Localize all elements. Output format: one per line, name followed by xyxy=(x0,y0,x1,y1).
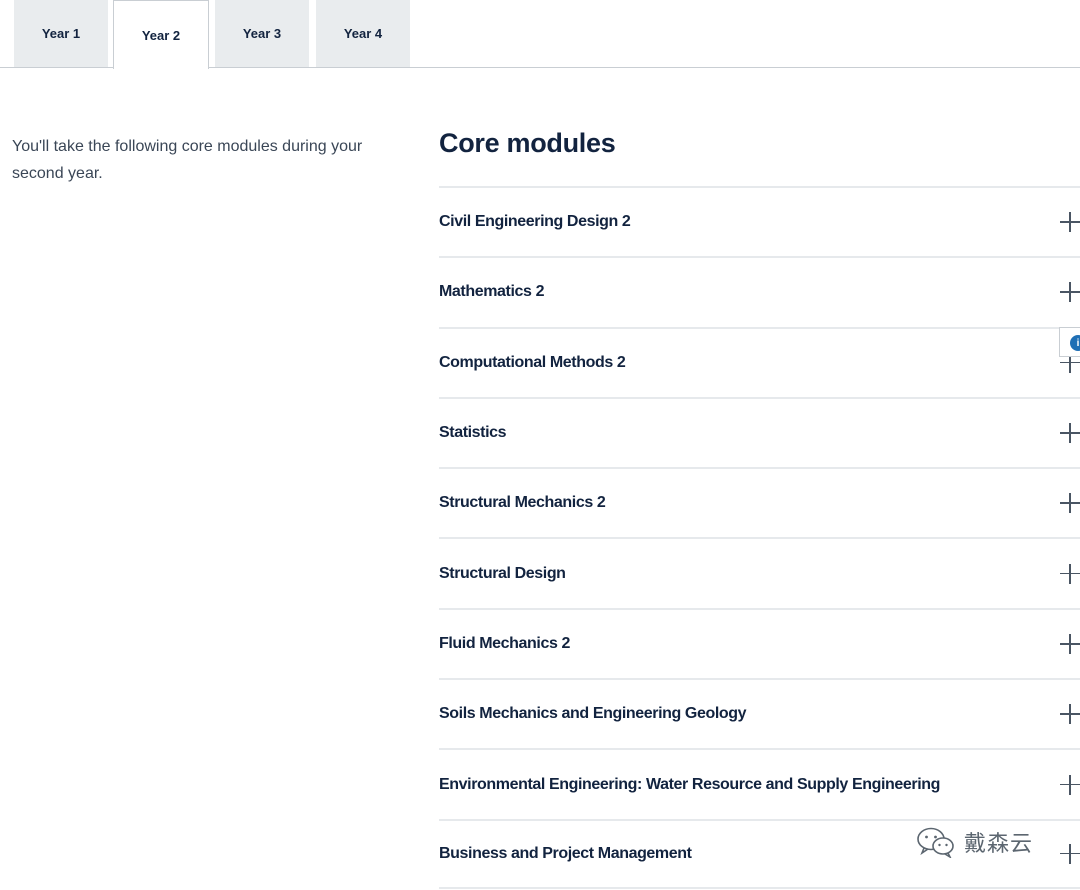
module-structural-design[interactable]: Structural Design xyxy=(439,537,1080,607)
module-label: Structural Mechanics 2 xyxy=(439,494,606,512)
module-label: Fluid Mechanics 2 xyxy=(439,634,571,652)
tab-year-1[interactable]: Year 1 xyxy=(14,0,108,67)
plus-icon[interactable] xyxy=(1060,423,1080,444)
info-icon[interactable]: i xyxy=(1070,335,1080,351)
tab-year-2[interactable]: Year 2 xyxy=(113,0,209,69)
module-label: Environmental Engineering: Water Resourc… xyxy=(439,775,941,793)
module-computational-methods-2[interactable]: Computational Methods 2 xyxy=(439,326,1080,397)
plus-icon[interactable] xyxy=(1060,282,1080,303)
wechat-icon xyxy=(917,827,954,858)
intro-text: You'll take the following core modules d… xyxy=(12,138,363,182)
watermark: 戴森云 xyxy=(916,826,1033,858)
module-label: Structural Design xyxy=(439,564,566,582)
module-mathematics-2[interactable]: Mathematics 2 xyxy=(439,256,1080,326)
core-modules-list: Civil Engineering Design 2 Mathematics 2… xyxy=(439,186,1080,889)
plus-icon[interactable] xyxy=(1060,774,1080,795)
module-label: Mathematics 2 xyxy=(439,283,545,301)
module-label: Soils Mechanics and Engineering Geology xyxy=(439,705,747,723)
plus-icon[interactable] xyxy=(1060,704,1080,725)
plus-icon[interactable] xyxy=(1060,633,1080,654)
core-modules-heading: Core modules xyxy=(439,128,616,158)
module-label: Statistics xyxy=(439,424,507,442)
tab-year-3[interactable]: Year 3 xyxy=(215,0,309,67)
module-soils-mechanics[interactable]: Soils Mechanics and Engineering Geology xyxy=(439,678,1080,748)
module-civil-engineering-design-2[interactable]: Civil Engineering Design 2 xyxy=(439,186,1080,256)
plus-icon[interactable] xyxy=(1060,843,1080,864)
plus-icon[interactable] xyxy=(1060,212,1080,233)
module-fluid-mechanics-2[interactable]: Fluid Mechanics 2 xyxy=(439,607,1080,678)
plus-icon[interactable] xyxy=(1060,563,1080,584)
module-structural-mechanics-2[interactable]: Structural Mechanics 2 xyxy=(439,467,1080,537)
feedback-widget[interactable]: i xyxy=(1059,327,1080,357)
plus-icon[interactable] xyxy=(1060,493,1080,514)
tab-year-4[interactable]: Year 4 xyxy=(316,0,410,67)
year-tabs: Year 1 Year 2 Year 3 Year 4 xyxy=(0,0,1080,69)
module-environmental-engineering[interactable]: Environmental Engineering: Water Resourc… xyxy=(439,748,1080,818)
module-label: Computational Methods 2 xyxy=(439,353,626,371)
module-label: Civil Engineering Design 2 xyxy=(439,213,631,231)
watermark-text: 戴森云 xyxy=(964,832,1034,857)
module-label: Business and Project Management xyxy=(439,844,692,862)
module-statistics[interactable]: Statistics xyxy=(439,396,1080,467)
